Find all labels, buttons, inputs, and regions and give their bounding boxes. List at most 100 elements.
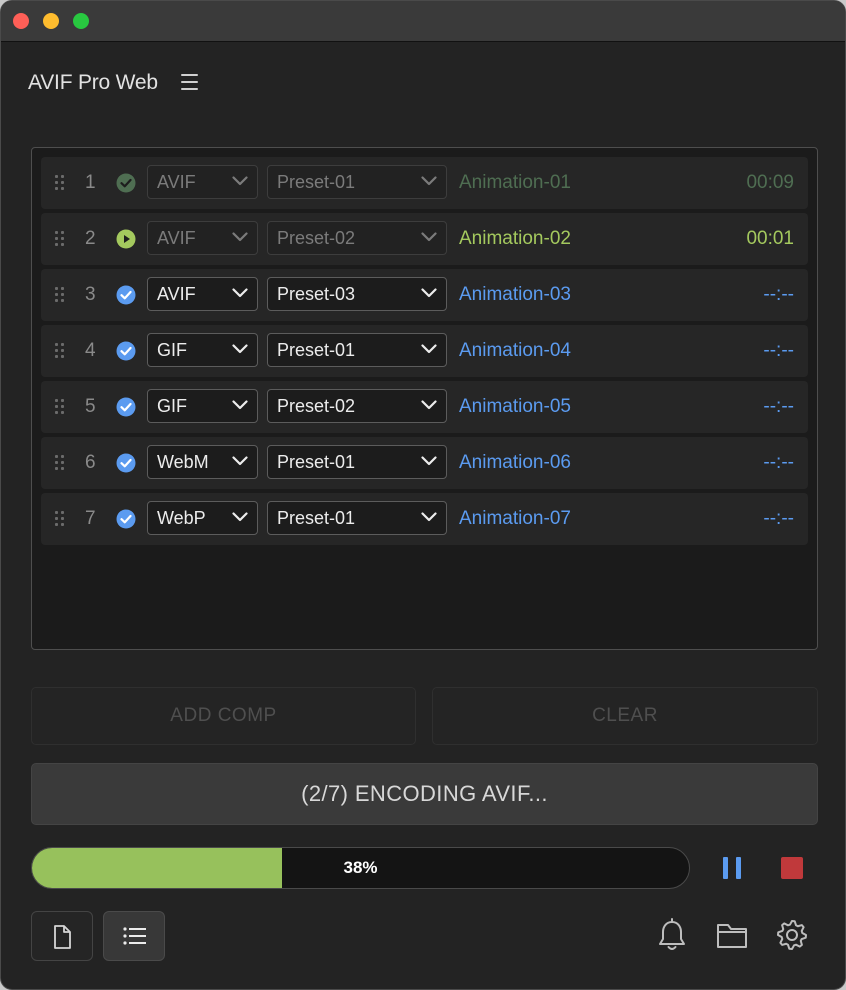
format-dropdown[interactable]: AVIF: [147, 165, 258, 199]
format-value: GIF: [157, 340, 187, 360]
queue-row: 7 WebP Preset-01 Animation-07 --:--: [41, 493, 808, 545]
progress-bar: 38%: [31, 847, 690, 889]
drag-handle-icon[interactable]: [55, 399, 67, 415]
app-title: AVIF Pro Web: [28, 71, 158, 94]
drag-handle-icon[interactable]: [55, 455, 67, 471]
app-window: AVIF Pro Web 1 AVIF Preset-01 Animation-01 0…: [0, 0, 846, 990]
format-value: GIF: [157, 396, 187, 416]
chevron-down-icon: [232, 512, 248, 522]
format-dropdown[interactable]: WebM: [147, 445, 258, 479]
format-dropdown[interactable]: WebP: [147, 501, 258, 535]
chevron-down-icon: [232, 344, 248, 354]
preset-dropdown[interactable]: Preset-02: [267, 221, 447, 255]
format-dropdown[interactable]: GIF: [147, 333, 258, 367]
encode-status-button[interactable]: (2/7) ENCODING AVIF...: [31, 763, 818, 825]
chevron-down-icon: [421, 176, 437, 186]
play-circle-icon: [116, 229, 136, 249]
queue-mode-tab[interactable]: [103, 911, 165, 961]
queue-row: 6 WebM Preset-01 Animation-06 --:--: [41, 437, 808, 489]
elapsed-time: --:--: [763, 396, 794, 417]
chevron-down-icon: [421, 400, 437, 410]
preset-value: Preset-03: [277, 284, 356, 304]
preset-dropdown[interactable]: Preset-01: [267, 445, 447, 479]
single-mode-tab[interactable]: [31, 911, 93, 961]
preset-dropdown[interactable]: Preset-01: [267, 501, 447, 535]
elapsed-time: --:--: [763, 508, 794, 529]
chevron-down-icon: [232, 288, 248, 298]
format-value: AVIF: [157, 228, 196, 248]
comp-name[interactable]: Animation-06: [459, 452, 571, 474]
format-value: WebM: [157, 452, 209, 472]
queue-row: 4 GIF Preset-01 Animation-04 --:--: [41, 325, 808, 377]
title-bar: [1, 1, 845, 42]
elapsed-time: --:--: [763, 452, 794, 473]
chevron-down-icon: [232, 176, 248, 186]
format-dropdown[interactable]: AVIF: [147, 277, 258, 311]
comp-name[interactable]: Animation-04: [459, 340, 571, 362]
drag-handle-icon[interactable]: [55, 343, 67, 359]
comp-name[interactable]: Animation-01: [459, 172, 571, 194]
chevron-down-icon: [421, 456, 437, 466]
chevron-down-icon: [232, 232, 248, 242]
comp-name[interactable]: Animation-07: [459, 508, 571, 530]
comp-name[interactable]: Animation-03: [459, 284, 571, 306]
elapsed-time: 00:09: [746, 172, 794, 193]
preset-dropdown[interactable]: Preset-02: [267, 389, 447, 423]
minimize-window-button[interactable]: [43, 13, 59, 29]
row-index: 6: [85, 452, 96, 473]
comp-name[interactable]: Animation-02: [459, 228, 571, 250]
preset-value: Preset-01: [277, 452, 356, 472]
check-circle-icon: [116, 509, 136, 529]
preset-dropdown[interactable]: Preset-01: [267, 165, 447, 199]
close-window-button[interactable]: [13, 13, 29, 29]
format-value: AVIF: [157, 172, 196, 192]
check-circle-icon: [116, 453, 136, 473]
queue-row: 2 AVIF Preset-02 Animation-02 00:01: [41, 213, 808, 265]
gear-icon[interactable]: [775, 918, 809, 952]
row-index: 5: [85, 396, 96, 417]
folder-icon[interactable]: [716, 918, 748, 952]
elapsed-time: --:--: [763, 284, 794, 305]
chevron-down-icon: [232, 400, 248, 410]
chevron-down-icon: [421, 512, 437, 522]
check-circle-icon: [116, 341, 136, 361]
comp-name[interactable]: Animation-05: [459, 396, 571, 418]
drag-handle-icon[interactable]: [55, 231, 67, 247]
preset-value: Preset-02: [277, 396, 356, 416]
preset-dropdown[interactable]: Preset-03: [267, 277, 447, 311]
drag-handle-icon[interactable]: [55, 287, 67, 303]
elapsed-time: 00:01: [746, 228, 794, 249]
add-comp-button[interactable]: ADD COMP: [31, 687, 416, 745]
chevron-down-icon: [421, 288, 437, 298]
clear-button[interactable]: CLEAR: [432, 687, 818, 745]
bell-icon[interactable]: [656, 918, 688, 952]
format-dropdown[interactable]: GIF: [147, 389, 258, 423]
check-circle-icon: [116, 173, 136, 193]
chevron-down-icon: [421, 232, 437, 242]
elapsed-time: --:--: [763, 340, 794, 361]
maximize-window-button[interactable]: [73, 13, 89, 29]
preset-value: Preset-01: [277, 508, 356, 528]
row-index: 1: [85, 172, 96, 193]
progress-percent: 38%: [343, 858, 378, 877]
preset-value: Preset-01: [277, 172, 356, 192]
preset-dropdown[interactable]: Preset-01: [267, 333, 447, 367]
drag-handle-icon[interactable]: [55, 511, 67, 527]
format-dropdown[interactable]: AVIF: [147, 221, 258, 255]
stop-icon[interactable]: [781, 857, 803, 879]
drag-handle-icon[interactable]: [55, 175, 67, 191]
preset-value: Preset-01: [277, 340, 356, 360]
render-queue-list: 1 AVIF Preset-01 Animation-01 00:09 2 AVIF Pres…: [31, 147, 818, 650]
hamburger-menu-icon[interactable]: [181, 74, 199, 90]
list-icon: [123, 927, 146, 945]
chevron-down-icon: [421, 344, 437, 354]
chevron-down-icon: [232, 456, 248, 466]
row-index: 7: [85, 508, 96, 529]
queue-row: 1 AVIF Preset-01 Animation-01 00:09: [41, 157, 808, 209]
check-circle-icon: [116, 397, 136, 417]
check-circle-icon: [116, 285, 136, 305]
document-icon: [54, 925, 71, 949]
format-value: WebP: [157, 508, 206, 528]
pause-icon[interactable]: [723, 857, 743, 879]
row-index: 2: [85, 228, 96, 249]
